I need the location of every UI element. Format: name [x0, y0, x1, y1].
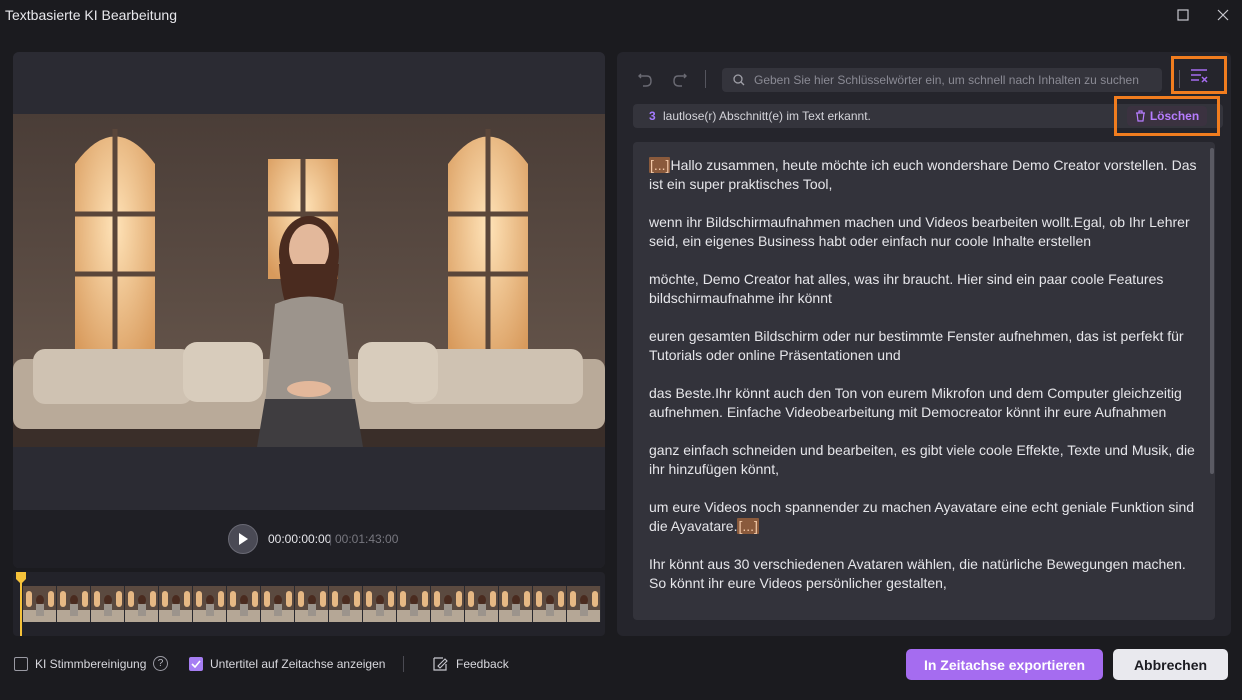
timeline-thumbnail[interactable]: [533, 586, 567, 622]
timeline-thumbnail[interactable]: [329, 586, 363, 622]
transcript-scrollbar[interactable]: [1210, 148, 1214, 474]
search-icon: [733, 74, 745, 86]
timeline-thumbnail[interactable]: [125, 586, 159, 622]
delete-silence-button[interactable]: Löschen: [1114, 96, 1220, 136]
silent-section-marker[interactable]: [...]: [737, 518, 759, 534]
delete-label: Löschen: [1149, 109, 1200, 123]
maximize-icon: [1177, 9, 1189, 21]
feedback-link[interactable]: Feedback: [456, 657, 509, 671]
transcript-paragraph[interactable]: [...]Hallo zusammen, heute möchte ich eu…: [649, 156, 1205, 194]
timeline-thumbnail[interactable]: [465, 586, 499, 622]
video-frame[interactable]: [13, 114, 605, 447]
help-icon[interactable]: ?: [153, 656, 168, 671]
trash-icon: [1135, 110, 1145, 122]
silent-section-marker[interactable]: [...]: [649, 157, 671, 173]
search-input[interactable]: [750, 73, 1162, 87]
voice-cleanup-checkbox[interactable]: [14, 657, 28, 671]
close-icon: [1217, 9, 1229, 21]
voice-cleanup-label: KI Stimmbereinigung: [35, 657, 147, 671]
current-time: 00:00:00:00: [268, 532, 332, 546]
timeline-thumbnail[interactable]: [159, 586, 193, 622]
footer-divider: [403, 656, 404, 672]
transcript-panel: 3 lautlose(r) Abschnitt(e) im Text erkan…: [617, 52, 1231, 636]
timeline-thumbnail[interactable]: [499, 586, 533, 622]
timeline-playhead[interactable]: [16, 572, 26, 636]
transcript-paragraph[interactable]: ganz einfach schneiden und bearbeiten, e…: [649, 441, 1205, 479]
timeline-thumbnail[interactable]: [295, 586, 329, 622]
close-button[interactable]: [1209, 4, 1237, 26]
search-box: [722, 68, 1162, 92]
subtitles-checkbox[interactable]: [189, 657, 203, 671]
maximize-button[interactable]: [1169, 4, 1197, 26]
transcript-paragraph[interactable]: möchte, Demo Creator hat alles, was ihr …: [649, 270, 1205, 308]
play-button[interactable]: [228, 524, 258, 554]
timeline-thumbnail[interactable]: [397, 586, 431, 622]
video-thumbnail-image: [13, 114, 605, 447]
transcript-paragraph[interactable]: das Beste.Ihr könnt auch den Ton von eur…: [649, 384, 1205, 422]
transcript-paragraph[interactable]: wenn ihr Bildschirmaufnahmen machen und …: [649, 213, 1205, 251]
timeline-thumbnail[interactable]: [261, 586, 295, 622]
title-bar: Textbasierte KI Bearbeitung: [0, 0, 1242, 32]
export-to-timeline-button[interactable]: In Zeitachse exportieren: [906, 649, 1103, 680]
timeline-thumbnail[interactable]: [91, 586, 125, 622]
preview-panel: 00:00:00:00 | 00:01:43:00: [13, 52, 605, 568]
transcript-text-area[interactable]: [...]Hallo zusammen, heute möchte ich eu…: [633, 142, 1215, 620]
transcript-paragraph[interactable]: Ihr könnt aus 30 verschiedenen Avataren …: [649, 555, 1205, 593]
time-separator: |: [329, 532, 333, 546]
transcript-paragraph[interactable]: um eure Videos noch spannender zu machen…: [649, 498, 1205, 536]
undo-button[interactable]: [635, 70, 655, 90]
timeline-thumbnail[interactable]: [193, 586, 227, 622]
window-title: Textbasierte KI Bearbeitung: [5, 7, 177, 23]
timeline-thumbnail[interactable]: [431, 586, 465, 622]
video-preview: [13, 52, 605, 510]
undo-icon: [638, 73, 652, 87]
cancel-button[interactable]: Abbrechen: [1113, 649, 1228, 680]
timeline-thumbnail[interactable]: [363, 586, 397, 622]
checkmark-icon: [191, 660, 201, 668]
redo-icon: [673, 73, 687, 87]
feedback-icon[interactable]: [432, 656, 448, 672]
filter-icon: [1191, 69, 1208, 83]
toolbar-divider: [705, 70, 706, 88]
transcript-paragraph[interactable]: euren gesamten Bildschirm oder nur besti…: [649, 327, 1205, 365]
footer-bar: KI Stimmbereinigung ? Untertitel auf Zei…: [0, 640, 1242, 700]
timeline-thumbnail[interactable]: [227, 586, 261, 622]
timeline-thumbnail[interactable]: [567, 586, 601, 622]
redo-button[interactable]: [670, 70, 690, 90]
subtitles-label: Untertitel auf Zeitachse anzeigen: [210, 657, 386, 671]
timeline-thumbnail[interactable]: [57, 586, 91, 622]
silence-info-text: lautlose(r) Abschnitt(e) im Text erkannt…: [663, 109, 871, 123]
timeline: [13, 572, 605, 636]
play-icon: [239, 533, 248, 545]
filter-silence-button[interactable]: [1171, 56, 1227, 94]
timeline-thumbnail[interactable]: [23, 586, 57, 622]
player-controls: 00:00:00:00 | 00:01:43:00: [13, 510, 605, 568]
filmstrip[interactable]: [23, 586, 601, 622]
total-time: 00:01:43:00: [335, 532, 399, 546]
silence-count: 3: [649, 109, 656, 123]
